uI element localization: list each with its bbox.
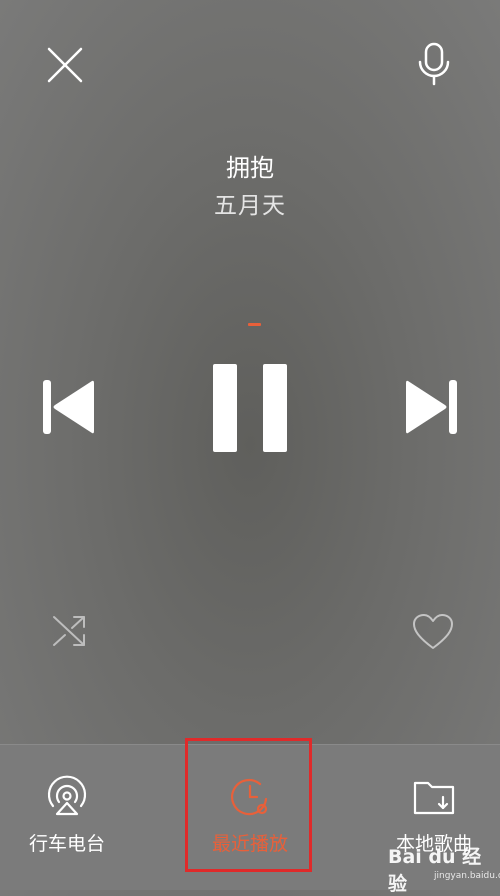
progress-indicator bbox=[248, 323, 261, 326]
tab-car-radio-label: 行车电台 bbox=[28, 833, 105, 855]
song-title: 拥抱 bbox=[226, 154, 274, 182]
car-radio-icon bbox=[47, 775, 87, 816]
favorite-button[interactable] bbox=[410, 612, 456, 652]
folder-download-icon bbox=[413, 781, 455, 815]
highlight-annotation-box bbox=[185, 738, 312, 872]
skip-next-icon bbox=[406, 380, 457, 434]
shuffle-button[interactable] bbox=[48, 611, 90, 651]
tab-car-radio[interactable]: 行车电台 bbox=[0, 745, 137, 890]
watermark-url: jingyan.baidu.com bbox=[434, 871, 500, 881]
pause-icon bbox=[213, 364, 287, 452]
song-artist: 五月天 bbox=[214, 193, 286, 219]
close-button[interactable] bbox=[43, 43, 87, 87]
voice-search-button[interactable] bbox=[412, 42, 456, 86]
shuffle-icon bbox=[53, 616, 85, 646]
microphone-icon bbox=[418, 42, 450, 86]
play-pause-button[interactable] bbox=[210, 362, 290, 454]
close-icon bbox=[47, 47, 83, 83]
watermark-brand: Bai du 经验 bbox=[388, 846, 482, 895]
watermark: Bai du 经验 jingyan.baidu.com bbox=[386, 838, 500, 895]
next-track-button[interactable] bbox=[402, 377, 460, 437]
previous-track-button[interactable] bbox=[40, 377, 98, 437]
skip-previous-icon bbox=[43, 380, 94, 434]
heart-icon bbox=[413, 614, 453, 649]
